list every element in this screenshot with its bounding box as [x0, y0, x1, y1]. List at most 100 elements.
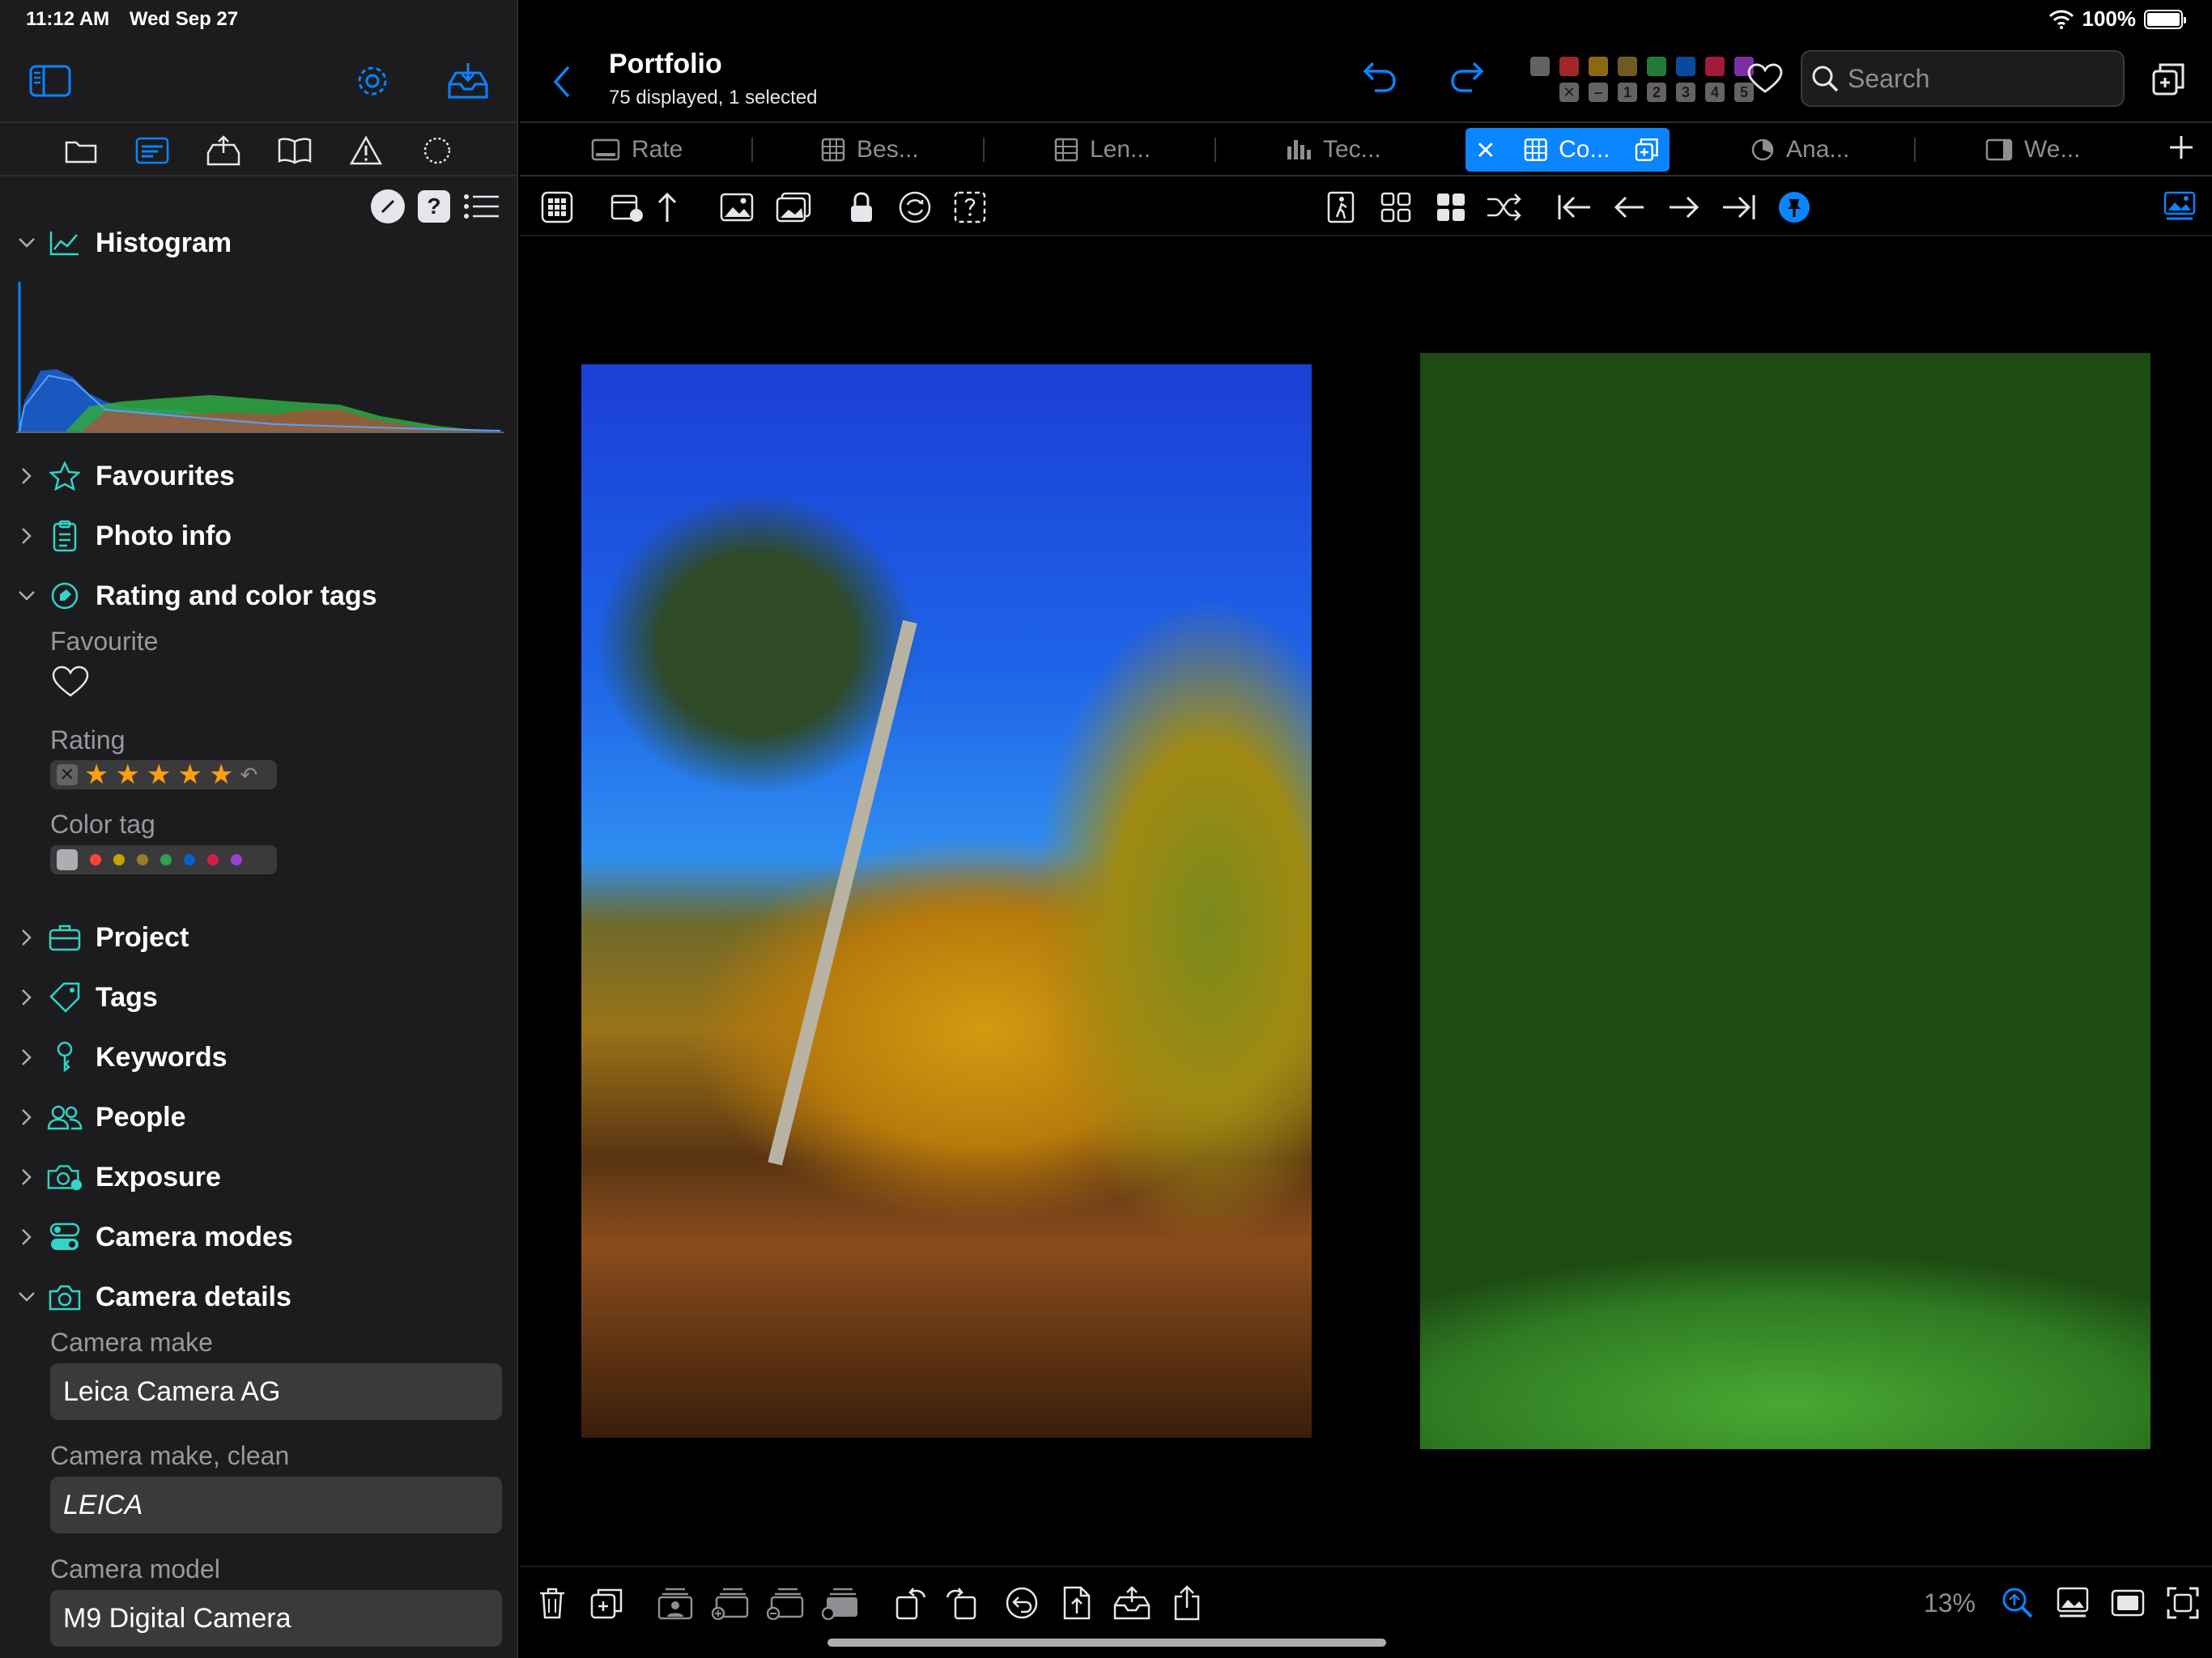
color-tag-picker[interactable] [50, 845, 277, 874]
color-dot-olive[interactable] [137, 854, 148, 865]
filter-color-crimson[interactable] [1705, 57, 1725, 76]
section-photo-info[interactable]: Photo info [0, 512, 518, 560]
reset-arrow-icon[interactable]: ↶ [240, 763, 257, 788]
grid-2x2-filled-icon[interactable] [1431, 188, 1470, 227]
grid-2x2-outline-icon[interactable] [1376, 188, 1415, 227]
tab-best[interactable]: Bes... [821, 128, 919, 172]
section-project[interactable]: Project [0, 913, 518, 962]
shuffle-icon[interactable] [1485, 188, 1524, 227]
clear-rating-icon[interactable]: ✕ [57, 764, 78, 785]
color-dot-purple[interactable] [231, 854, 242, 865]
filter-color-blue[interactable] [1676, 57, 1695, 76]
color-tag-filter-grid[interactable]: ✕ – 1 2 3 4 5 [1530, 57, 1754, 102]
filter-rating-dash[interactable]: – [1589, 83, 1608, 102]
photo-autumn-forest[interactable] [581, 364, 1312, 1438]
photo-fit-icon[interactable] [2052, 1582, 2094, 1624]
tab-analysis[interactable]: Ana... [1750, 128, 1849, 172]
filter-color-gray[interactable] [1530, 57, 1550, 76]
tab-compare-active[interactable]: Co... [1465, 128, 1670, 172]
close-icon[interactable] [1477, 141, 1495, 159]
star-icon[interactable]: ★ [209, 761, 233, 789]
trash-icon[interactable] [531, 1582, 573, 1624]
section-camera-details[interactable]: Camera details [0, 1273, 518, 1321]
stack-remove-icon[interactable] [764, 1582, 806, 1624]
info-panel-icon[interactable] [128, 130, 177, 172]
revert-icon[interactable] [1001, 1582, 1043, 1624]
tab-lens[interactable]: Len... [1054, 128, 1151, 172]
next-arrow-icon[interactable] [1665, 188, 1704, 227]
section-people[interactable]: People [0, 1093, 518, 1141]
inbox-download-icon[interactable] [444, 57, 492, 105]
folder-icon[interactable] [57, 130, 105, 172]
warning-icon[interactable] [342, 130, 390, 172]
zoom-magnifier-icon[interactable] [1997, 1582, 2039, 1624]
fill-frame-icon[interactable] [2107, 1582, 2149, 1624]
section-rating-color-tags[interactable]: Rating and color tags [0, 572, 518, 620]
first-arrow-icon[interactable] [1555, 188, 1593, 227]
filter-color-green[interactable] [1647, 57, 1666, 76]
search-input[interactable] [1848, 63, 2115, 94]
rotate-right-icon[interactable] [939, 1582, 981, 1624]
camera-make-clean-field[interactable]: LEICA [50, 1477, 502, 1533]
tab-technical[interactable]: Tec... [1286, 128, 1381, 172]
filter-rating-none[interactable]: ✕ [1559, 83, 1579, 102]
section-histogram[interactable]: Histogram [0, 219, 518, 267]
color-dot-yellow[interactable] [113, 854, 125, 865]
duplicate-icon[interactable] [586, 1582, 628, 1624]
heart-icon[interactable] [52, 665, 89, 698]
pin-icon[interactable] [1775, 188, 1814, 227]
star-icon[interactable]: ★ [84, 761, 108, 789]
fullscreen-icon[interactable] [2162, 1582, 2204, 1624]
share-icon[interactable] [1166, 1582, 1208, 1624]
filter-color-olive[interactable] [1618, 57, 1637, 76]
help-icon[interactable]: ? [418, 190, 450, 223]
filter-color-red[interactable] [1559, 57, 1579, 76]
photo-icon[interactable] [717, 188, 756, 227]
sidebar-toggle-icon[interactable] [26, 57, 74, 105]
filter-color-yellow[interactable] [1589, 57, 1608, 76]
lock-icon[interactable] [842, 188, 881, 227]
person-walking-icon[interactable] [1321, 188, 1360, 227]
camera-model-field[interactable]: M9 Digital Camera [50, 1590, 502, 1647]
star-icon[interactable]: ★ [147, 761, 171, 789]
sort-calendar-icon[interactable] [609, 188, 648, 227]
section-exposure[interactable]: Exposure [0, 1153, 518, 1201]
book-icon[interactable] [270, 130, 319, 172]
tray-export-icon[interactable] [1111, 1582, 1153, 1624]
duplicate-window-icon[interactable] [2152, 63, 2184, 96]
color-dot-crimson[interactable] [207, 854, 219, 865]
redo-icon[interactable] [1449, 60, 1485, 92]
search-bar[interactable] [1801, 50, 2125, 107]
color-dot-blue[interactable] [184, 854, 195, 865]
loading-circle-icon[interactable] [413, 130, 462, 172]
previous-arrow-icon[interactable] [1610, 188, 1648, 227]
rotate-left-icon[interactable] [891, 1582, 933, 1624]
tab-rate[interactable]: Rate [591, 128, 683, 172]
section-camera-modes[interactable]: Camera modes [0, 1213, 518, 1261]
tab-web[interactable]: We... [1985, 128, 2080, 172]
filter-rating-2[interactable]: 2 [1647, 83, 1666, 102]
stack-filled-icon[interactable] [819, 1582, 861, 1624]
filter-rating-4[interactable]: 4 [1705, 83, 1725, 102]
add-tab-icon[interactable] [2167, 133, 2196, 162]
heart-icon[interactable] [1747, 63, 1783, 94]
export-tray-icon[interactable] [199, 130, 248, 172]
section-favourites[interactable]: Favourites [0, 452, 518, 500]
grid-view-icon[interactable] [538, 188, 576, 227]
back-chevron-icon[interactable] [552, 62, 585, 102]
unknown-frame-icon[interactable] [951, 188, 989, 227]
gear-icon[interactable] [348, 57, 397, 105]
sync-icon[interactable] [895, 188, 934, 227]
photo-tree-reflection[interactable] [1420, 353, 2150, 1449]
gallery-icon[interactable] [2160, 188, 2199, 227]
section-keywords[interactable]: Keywords [0, 1033, 518, 1082]
photo-compare-icon[interactable] [774, 188, 813, 227]
no-color-swatch[interactable] [57, 849, 78, 870]
stack-add-icon[interactable] [709, 1582, 751, 1624]
camera-make-field[interactable]: Leica Camera AG [50, 1363, 502, 1420]
stack-person-icon[interactable] [654, 1582, 696, 1624]
star-icon[interactable]: ★ [115, 761, 139, 789]
color-dot-red[interactable] [90, 854, 101, 865]
star-icon[interactable]: ★ [177, 761, 202, 789]
undo-icon[interactable] [1362, 60, 1397, 92]
